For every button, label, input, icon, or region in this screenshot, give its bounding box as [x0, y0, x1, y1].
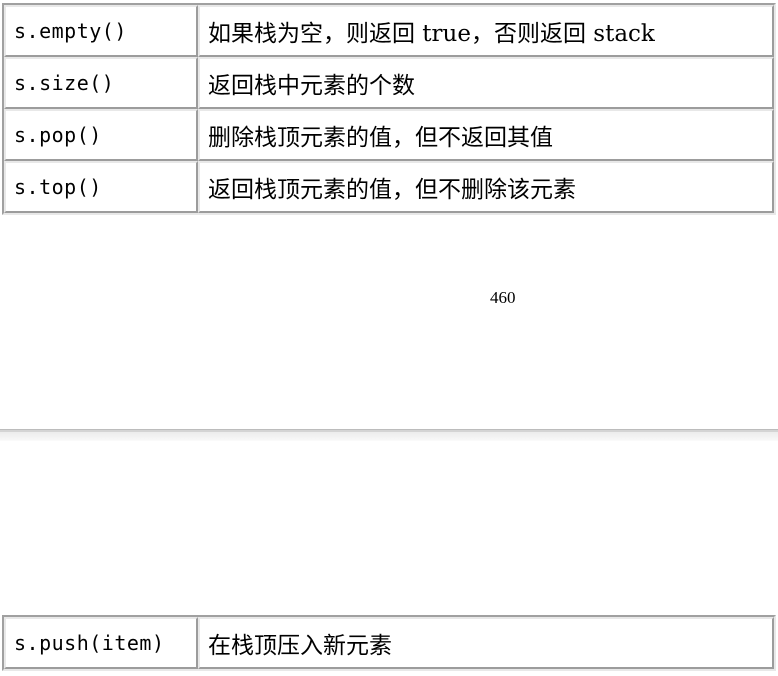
method-cell: s.empty() — [4, 5, 198, 57]
table-row: s.pop() 删除栈顶元素的值，但不返回其值 — [4, 109, 774, 161]
method-cell: s.size() — [4, 57, 198, 109]
table-row: s.empty() 如果栈为空，则返回 true，否则返回 stack — [4, 5, 774, 57]
stack-operations-table-bottom: s.push(item) 在栈顶压入新元素 — [2, 615, 776, 671]
page-break-divider — [0, 429, 778, 441]
table-row: s.size() 返回栈中元素的个数 — [4, 57, 774, 109]
description-cell: 如果栈为空，则返回 true，否则返回 stack — [198, 5, 774, 57]
table-row: s.top() 返回栈顶元素的值，但不删除该元素 — [4, 161, 774, 213]
method-cell: s.push(item) — [4, 617, 198, 669]
description-cell: 返回栈中元素的个数 — [198, 57, 774, 109]
table-row: s.push(item) 在栈顶压入新元素 — [4, 617, 774, 669]
stack-operations-table-top: s.empty() 如果栈为空，则返回 true，否则返回 stack s.si… — [2, 3, 776, 215]
page-number: 460 — [490, 288, 516, 307]
description-cell: 删除栈顶元素的值，但不返回其值 — [198, 109, 774, 161]
method-cell: s.top() — [4, 161, 198, 213]
method-cell: s.pop() — [4, 109, 198, 161]
description-cell: 在栈顶压入新元素 — [198, 617, 774, 669]
description-cell: 返回栈顶元素的值，但不删除该元素 — [198, 161, 774, 213]
